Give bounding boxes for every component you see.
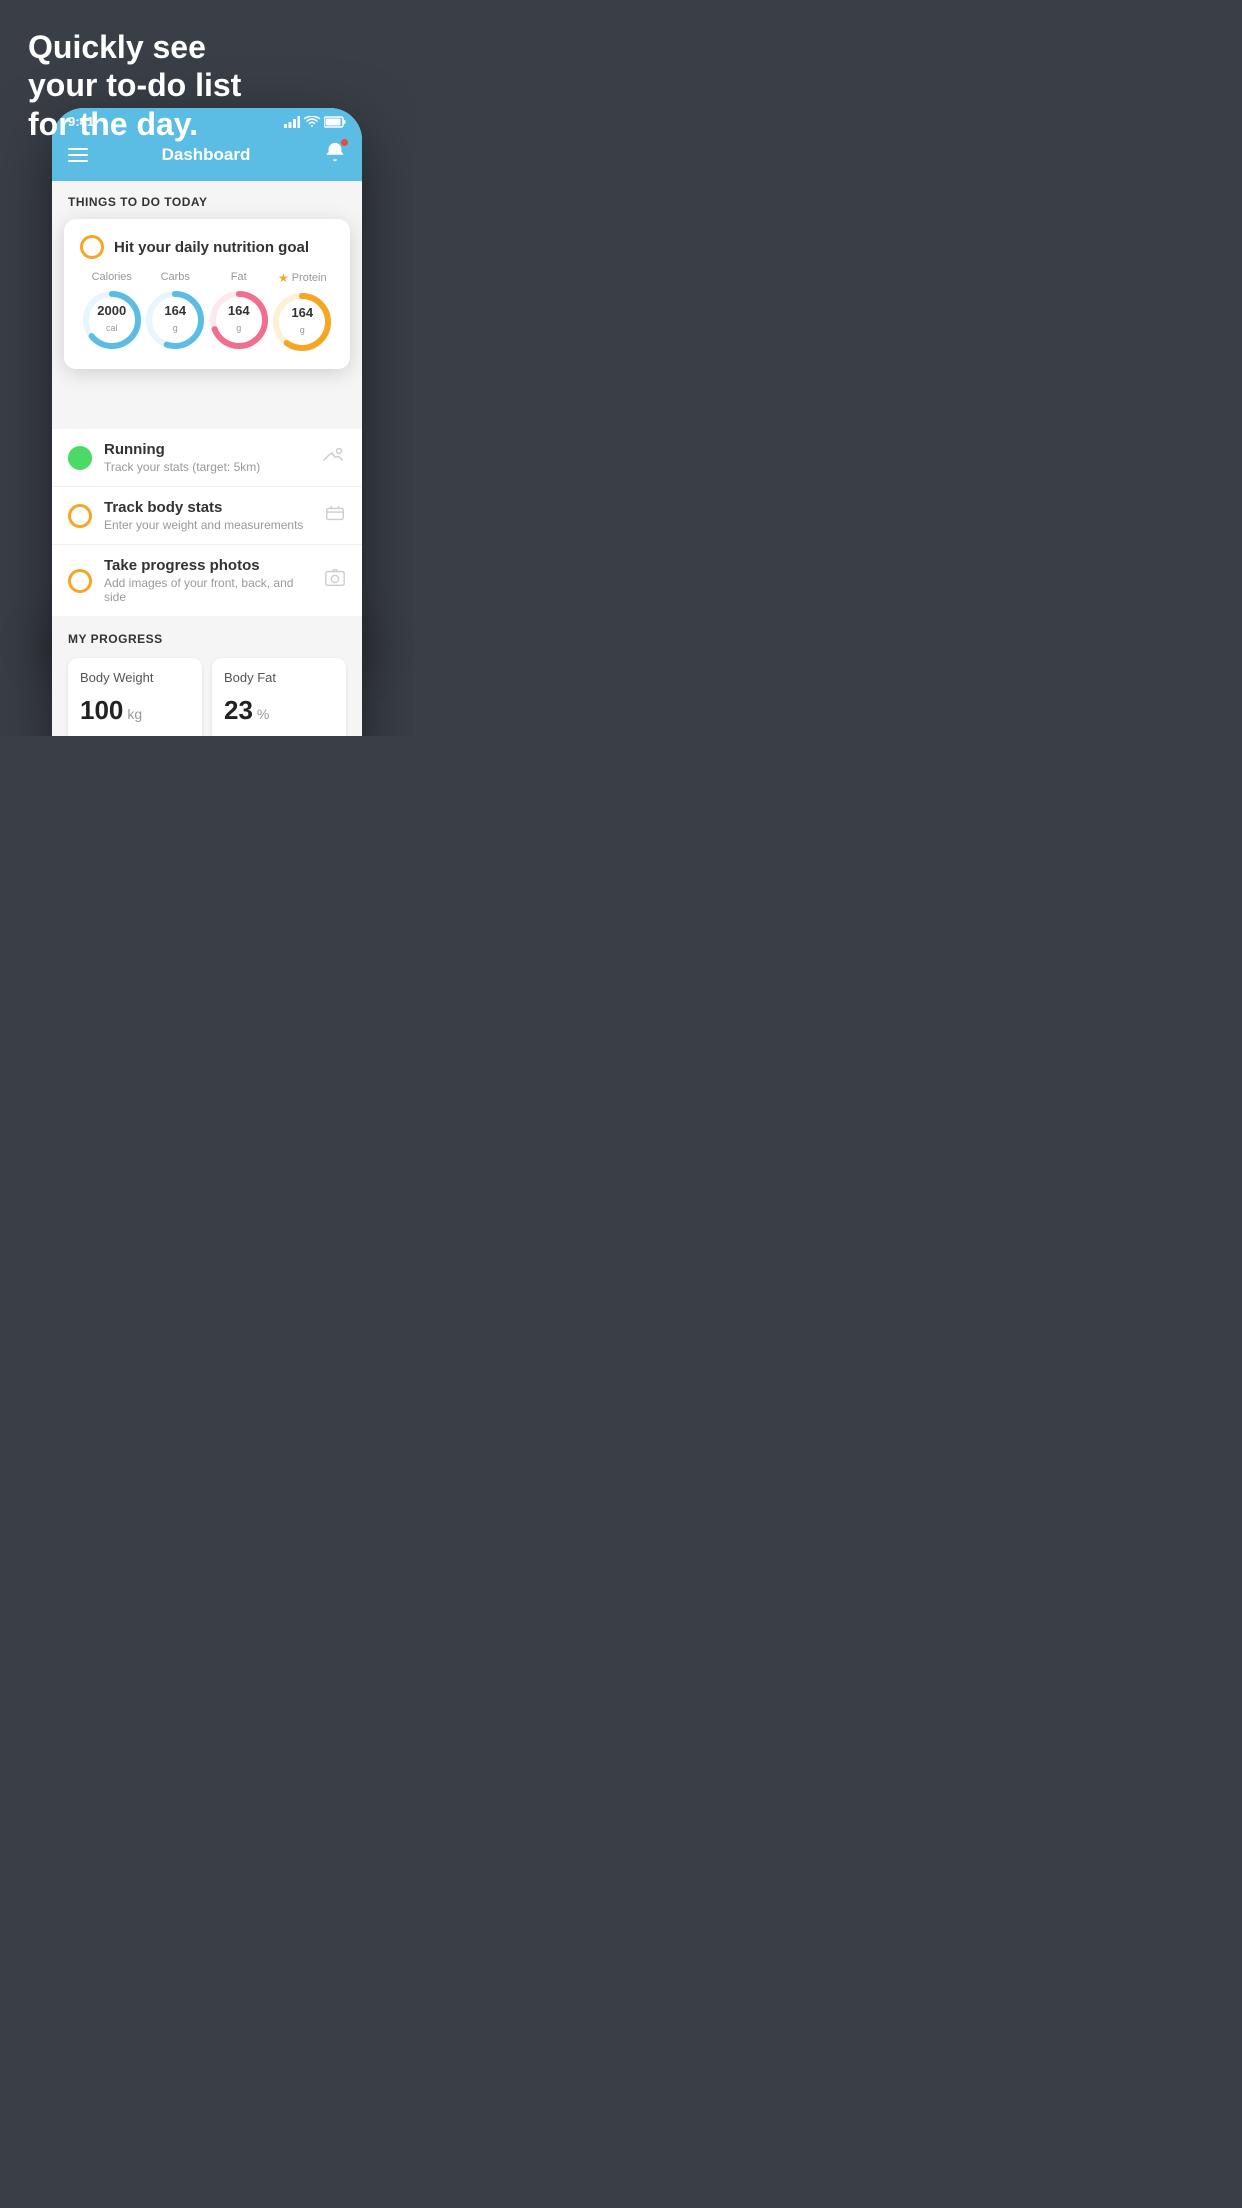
body-fat-card-title: Body Fat	[224, 670, 334, 685]
battery-icon	[324, 116, 346, 128]
phone-mockup: 9:41	[52, 108, 362, 736]
nutrition-card[interactable]: Hit your daily nutrition goal Calories	[64, 219, 350, 369]
fat-label: Fat	[231, 271, 247, 283]
things-todo-header: THINGS TO DO TODAY	[52, 181, 362, 219]
bodystats-subtitle: Enter your weight and measurements	[104, 518, 312, 532]
running-radio[interactable]	[68, 446, 92, 470]
background: Quickly see your to-do list for the day.…	[0, 0, 414, 736]
nutrition-circles: Calories 2000 cal	[80, 271, 334, 353]
protein-value: 164	[291, 306, 313, 320]
notification-button[interactable]	[324, 141, 346, 169]
body-weight-card[interactable]: Body Weight 100 kg	[68, 658, 202, 736]
progress-section: MY PROGRESS Body Weight 100 kg	[52, 616, 362, 736]
carbs-unit: g	[173, 323, 178, 333]
running-title: Running	[104, 441, 310, 458]
running-subtitle: Track your stats (target: 5km)	[104, 460, 310, 474]
running-content: Running Track your stats (target: 5km)	[104, 441, 310, 474]
todo-list: Running Track your stats (target: 5km)	[52, 429, 362, 616]
protein-donut: 164 g	[271, 291, 333, 353]
list-item-running[interactable]: Running Track your stats (target: 5km)	[52, 429, 362, 487]
calories-label: Calories	[92, 271, 132, 283]
fat-unit: g	[236, 323, 241, 333]
list-item-photos[interactable]: Take progress photos Add images of your …	[52, 545, 362, 616]
bodystats-icon	[324, 502, 346, 530]
running-icon	[322, 446, 346, 470]
calories-item: Calories 2000 cal	[81, 271, 143, 351]
bodystats-radio[interactable]	[68, 504, 92, 528]
photos-title: Take progress photos	[104, 557, 312, 574]
nav-title: Dashboard	[162, 145, 251, 165]
notification-dot	[341, 139, 348, 146]
signal-icon	[284, 116, 300, 128]
body-weight-value-row: 100 kg	[80, 695, 190, 726]
body-fat-value-row: 23 %	[224, 695, 334, 726]
photos-content: Take progress photos Add images of your …	[104, 557, 312, 604]
hero-line1: Quickly see	[28, 28, 241, 66]
bodystats-content: Track body stats Enter your weight and m…	[104, 499, 312, 532]
app-content: THINGS TO DO TODAY Hit your daily nutrit…	[52, 181, 362, 736]
carbs-donut: 164 g	[144, 289, 206, 351]
carbs-item: Carbs 164 g	[144, 271, 206, 351]
body-fat-unit: %	[257, 706, 269, 722]
photos-radio[interactable]	[68, 569, 92, 593]
nutrition-title: Hit your daily nutrition goal	[114, 239, 309, 256]
calories-donut: 2000 cal	[81, 289, 143, 351]
things-todo-title: THINGS TO DO TODAY	[68, 195, 346, 209]
protein-star-icon: ★	[278, 271, 289, 285]
body-weight-card-title: Body Weight	[80, 670, 190, 685]
fat-donut: 164 g	[208, 289, 270, 351]
progress-cards: Body Weight 100 kg	[68, 658, 346, 736]
calories-unit: cal	[106, 323, 118, 333]
carbs-label: Carbs	[161, 271, 190, 283]
nutrition-radio[interactable]	[80, 235, 104, 259]
hero-text: Quickly see your to-do list for the day.	[28, 28, 241, 143]
progress-title: MY PROGRESS	[68, 632, 346, 646]
photos-icon	[324, 567, 346, 595]
menu-button[interactable]	[68, 148, 88, 162]
body-fat-card[interactable]: Body Fat 23 %	[212, 658, 346, 736]
photos-subtitle: Add images of your front, back, and side	[104, 576, 312, 604]
bodystats-title: Track body stats	[104, 499, 312, 516]
protein-label: ★ Protein	[278, 271, 327, 285]
protein-unit: g	[300, 325, 305, 335]
body-weight-value: 100	[80, 695, 123, 726]
hero-line3: for the day.	[28, 105, 241, 143]
fat-item: Fat 164 g	[208, 271, 270, 351]
fat-value: 164	[228, 304, 250, 318]
calories-value: 2000	[97, 304, 126, 318]
hero-line2: your to-do list	[28, 66, 241, 104]
list-item-body-stats[interactable]: Track body stats Enter your weight and m…	[52, 487, 362, 545]
body-weight-unit: kg	[127, 706, 142, 722]
status-icons	[284, 116, 346, 128]
body-fat-value: 23	[224, 695, 253, 726]
wifi-icon	[304, 116, 320, 128]
carbs-value: 164	[164, 304, 186, 318]
protein-item: ★ Protein 164 g	[271, 271, 333, 353]
nutrition-header: Hit your daily nutrition goal	[80, 235, 334, 259]
